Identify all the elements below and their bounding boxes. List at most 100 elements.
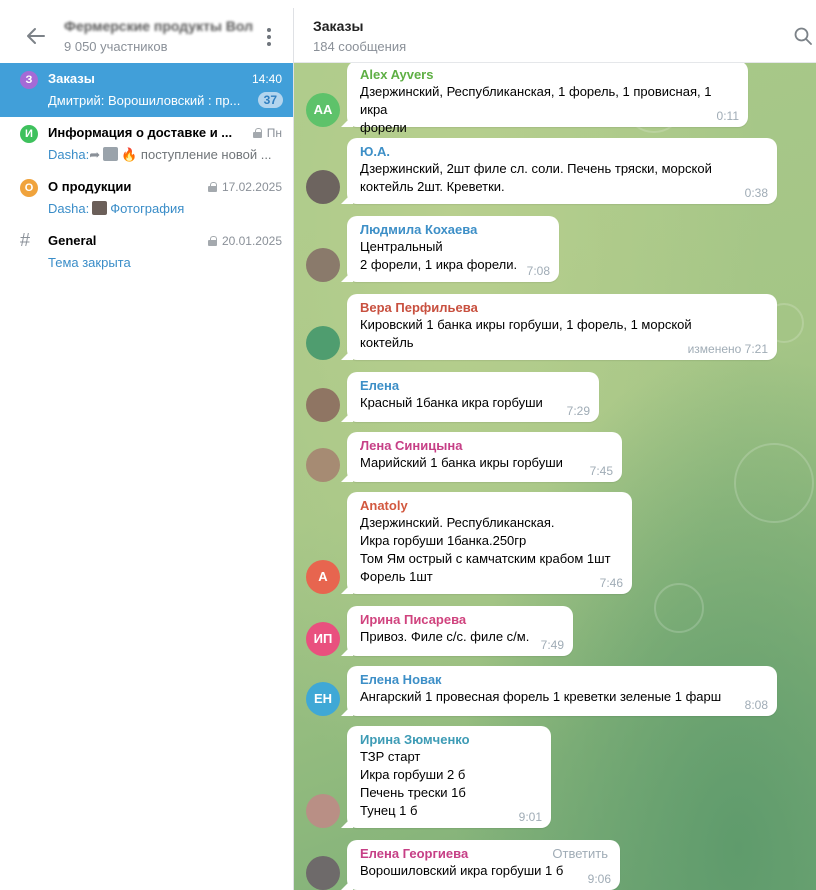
sender-name[interactable]: Ирина Зюмченко — [360, 732, 538, 748]
forward-icon: ➦ — [89, 147, 101, 162]
message-text-line: 2 форели, 1 икра форели. — [360, 257, 518, 272]
message-text-line: Красный 1банка икра горбуши — [360, 395, 543, 410]
message-bubble[interactable]: Anatoly Дзержинский. Республиканская. Икра… — [341, 492, 632, 594]
hash-icon: # — [20, 230, 31, 250]
message-time: 7:45 — [589, 464, 613, 478]
message-row: AA Alex Ayvers Дзержинский, Республиканска… — [294, 63, 816, 135]
topic-time: 14:40 — [251, 72, 282, 86]
sender-name[interactable]: Ирина Писарева — [360, 612, 560, 628]
chat-message-count: 184 сообщения — [313, 39, 407, 54]
message-row: ИП Ирина Писарева Привоз. Филе с/с. филе с… — [294, 606, 816, 656]
group-title[interactable]: Фермерские продукты Волгоград — [64, 18, 254, 34]
message-time: изменено 7:21 — [687, 342, 768, 356]
message-text-line: Дзержинский, 2шт филе сл. соли. Печень т… — [360, 161, 712, 176]
reply-button[interactable]: Ответить — [552, 846, 608, 861]
lock-icon — [207, 182, 217, 192]
search-icon[interactable] — [794, 27, 812, 45]
avatar[interactable]: A — [306, 560, 340, 594]
message-bubble[interactable]: Ирина Писарева Привоз. Филе с/с. филе с/м… — [341, 606, 573, 656]
topic-name: Информация о доставке и ... — [48, 125, 233, 140]
chat-header[interactable]: Заказы 184 сообщения — [294, 8, 816, 63]
message-text-line: Икра горбуши 1банка.250гр — [360, 533, 527, 548]
topic-preview: Дмитрий: Ворошиловский : пр... — [48, 93, 241, 108]
sender-name[interactable]: Ю.А. — [360, 144, 764, 160]
message-bubble[interactable]: Ю.А. Дзержинский, 2шт филе сл. соли. Пече… — [341, 138, 777, 204]
avatar[interactable] — [306, 248, 340, 282]
message-bubble[interactable]: Елена Новак Ангарский 1 провесная форель … — [341, 666, 777, 716]
message-time: 7:46 — [599, 576, 623, 590]
message-bubble[interactable]: Ирина Зюмченко ТЗР старт Икра горбуши 2 б П… — [341, 726, 551, 828]
message-bubble[interactable]: Людмила Кохаева Центральный 2 форели, 1 ик… — [341, 216, 559, 282]
message-bubble[interactable]: Лена Синицына Марийский 1 банка икры горб… — [341, 432, 622, 482]
avatar[interactable]: ИП — [306, 622, 340, 656]
message-text-line: Дзержинский. Республиканская. — [360, 515, 555, 530]
message-bubble[interactable]: Елена Георгиева Ворошиловский икра горбуш… — [341, 840, 620, 890]
topic-time: Пн — [252, 126, 282, 140]
message-text-line: Дзержинский, Республиканская, 1 форель, … — [360, 84, 712, 117]
lock-icon — [252, 128, 262, 138]
message-text-line: Марийский 1 банка икры горбуши — [360, 455, 563, 470]
topics-panel: Фермерские продукты Волгоград 9 050 учас… — [0, 8, 294, 890]
message-row: Людмила Кохаева Центральный 2 форели, 1 ик… — [294, 216, 816, 282]
message-text-line: форели — [360, 120, 407, 135]
sender-name[interactable]: Людмила Кохаева — [360, 222, 546, 238]
message-row: Ирина Зюмченко ТЗР старт Икра горбуши 2 б П… — [294, 726, 816, 828]
message-text-line: Ангарский 1 провесная форель 1 креветки … — [360, 689, 722, 704]
message-text-line: Тунец 1 б — [360, 803, 418, 818]
avatar[interactable]: AA — [306, 93, 340, 127]
message-row: Вера Перфильева Кировский 1 банка икры го… — [294, 294, 816, 360]
topic-item-general[interactable]: # General 20.01.2025 Тема закрыта — [0, 225, 293, 279]
message-time: 9:06 — [587, 872, 611, 886]
message-text-line: Привоз. Филе с/с. филе с/м. — [360, 629, 530, 644]
avatar[interactable] — [306, 794, 340, 828]
topic-item-products[interactable]: О О продукции 17.02.2025 Dasha: Фотографи… — [0, 171, 293, 225]
sender-name[interactable]: Елена — [360, 378, 586, 394]
message-row: A Anatoly Дзержинский. Республиканская. Икр… — [294, 492, 816, 594]
chat-title: Заказы — [313, 18, 364, 34]
message-row: Лена Синицына Марийский 1 банка икры горб… — [294, 432, 816, 482]
sender-name[interactable]: Лена Синицына — [360, 438, 609, 454]
topic-preview: Dasha:➦ 🔥 поступление новой ... — [48, 147, 272, 162]
sender-name[interactable]: Anatoly — [360, 498, 619, 514]
group-header: Фермерские продукты Волгоград 9 050 учас… — [0, 8, 293, 63]
more-menu-icon[interactable] — [262, 26, 276, 48]
back-arrow-icon[interactable] — [24, 24, 48, 48]
message-time: 7:08 — [526, 264, 550, 278]
message-bubble[interactable]: Alex Ayvers Дзержинский, Республиканская,… — [341, 63, 748, 135]
chat-panel: Заказы 184 сообщения AA Alex Ayvers Дзержи… — [294, 8, 816, 890]
message-time: 0:11 — [716, 109, 739, 123]
message-time: 7:29 — [566, 404, 590, 418]
topic-item-orders[interactable]: З Заказы 14:40 Дмитрий: Ворошиловский : … — [0, 63, 293, 117]
avatar[interactable] — [306, 856, 340, 890]
sender-name[interactable]: Елена Новак — [360, 672, 764, 688]
message-text-line: Центральный — [360, 239, 443, 254]
avatar[interactable] — [306, 448, 340, 482]
message-text-line: Кировский 1 банка икры горбуши, 1 форель… — [360, 317, 692, 332]
message-row: Елена Красный 1банка икра горбуши 7:29 — [294, 372, 816, 422]
topic-name: Заказы — [48, 71, 95, 86]
avatar[interactable] — [306, 388, 340, 422]
sender-name[interactable]: Alex Ayvers — [360, 67, 735, 83]
photo-thumbnail — [92, 201, 108, 215]
message-time: 9:01 — [518, 810, 542, 824]
sender-name[interactable]: Вера Перфильева — [360, 300, 764, 316]
avatar[interactable] — [306, 326, 340, 360]
topic-preview: Тема закрыта — [48, 255, 131, 270]
message-bubble[interactable]: Елена Красный 1банка икра горбуши 7:29 — [341, 372, 599, 422]
fire-icon: 🔥 — [121, 147, 138, 162]
avatar[interactable] — [306, 170, 340, 204]
message-text-line: коктейль 2шт. Креветки. — [360, 179, 505, 194]
topic-icon: И — [20, 125, 38, 143]
topic-item-delivery-info[interactable]: И Информация о доставке и ... Пн Dasha:➦… — [0, 117, 293, 171]
topic-time: 20.01.2025 — [207, 234, 282, 248]
lock-icon — [207, 236, 217, 246]
message-row: ЕН Елена Новак Ангарский 1 провесная форел… — [294, 666, 816, 716]
message-time: 7:49 — [540, 638, 564, 652]
message-text-line: Икра горбуши 2 б — [360, 767, 466, 782]
message-bubble[interactable]: Вера Перфильева Кировский 1 банка икры го… — [341, 294, 777, 360]
message-time: 0:38 — [744, 186, 768, 200]
topic-time: 17.02.2025 — [207, 180, 282, 194]
avatar[interactable]: ЕН — [306, 682, 340, 716]
topic-preview: Dasha: Фотография — [48, 201, 185, 216]
message-text-line: ТЗР старт — [360, 749, 421, 764]
